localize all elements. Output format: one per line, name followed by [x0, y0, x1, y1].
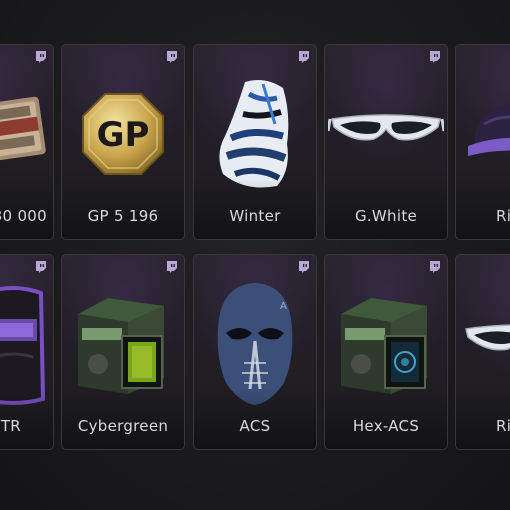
reward-card-gp[interactable]: GP GP 5 196 [61, 44, 185, 240]
reward-label: ACS [239, 417, 271, 435]
reward-label: TR [0, 417, 21, 435]
box-hex-acs-icon [325, 279, 447, 409]
rewards-grid: 30 000 GP GP 5 196 [0, 0, 510, 510]
reward-card-acs[interactable]: A ACS [193, 254, 317, 450]
cap-purple-icon [456, 69, 510, 199]
box-cybergreen-icon [62, 279, 184, 409]
svg-text:GP: GP [97, 115, 150, 155]
reward-card-cap[interactable]: Ri [455, 44, 510, 240]
twitch-icon [430, 261, 440, 273]
twitch-icon [167, 51, 177, 63]
reward-card-winter[interactable]: Winter [193, 44, 317, 240]
twitch-icon [430, 51, 440, 63]
reward-label: Hex-ACS [352, 417, 420, 435]
gp-coin-icon: GP [62, 69, 184, 199]
reward-card-backpack[interactable]: TR [0, 254, 54, 450]
reward-card-hex-acs[interactable]: Hex-ACS [324, 254, 448, 450]
reward-label: GP 5 196 [87, 207, 159, 225]
reward-label: Cybergreen [77, 417, 169, 435]
reward-card-sunglasses[interactable]: Ri [455, 254, 510, 450]
sunglasses-icon [456, 279, 510, 409]
twitch-icon [299, 261, 309, 273]
balaclava-winter-icon [194, 69, 316, 199]
sunglasses-white-icon [325, 69, 447, 199]
reward-card-cash[interactable]: 30 000 [0, 44, 54, 240]
cash-bundle-icon [0, 69, 53, 199]
backpack-purple-icon [0, 279, 53, 409]
reward-label: 30 000 [0, 207, 47, 225]
reward-card-gwhite[interactable]: G.White [324, 44, 448, 240]
reward-label: Winter [229, 207, 281, 225]
reward-label: G.White [354, 207, 418, 225]
svg-text:A: A [280, 301, 287, 312]
balaclava-acs-icon: A [194, 279, 316, 409]
reward-card-cybergreen[interactable]: Cybergreen [61, 254, 185, 450]
twitch-icon [299, 51, 309, 63]
twitch-icon [167, 261, 177, 273]
twitch-icon [36, 51, 46, 63]
reward-label: Ri [496, 417, 510, 435]
reward-label: Ri [496, 207, 510, 225]
twitch-icon [36, 261, 46, 273]
